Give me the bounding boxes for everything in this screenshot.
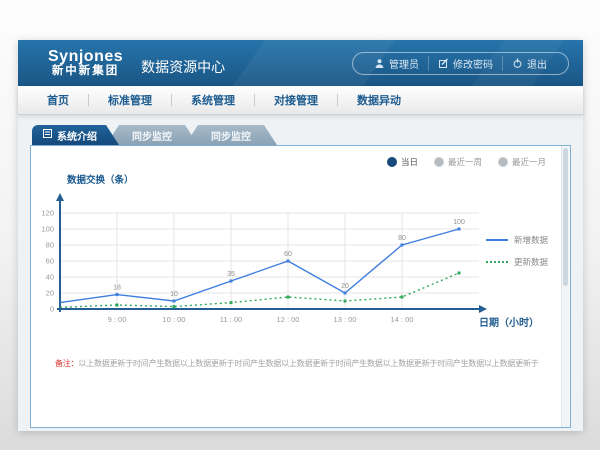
legend-label: 更新数据 bbox=[514, 256, 548, 268]
user-action-1[interactable]: 修改密码 bbox=[428, 56, 502, 71]
user-action-label: 修改密码 bbox=[453, 56, 493, 71]
user-actions: 管理员 修改密码 退出 bbox=[352, 52, 569, 75]
radio-dot bbox=[387, 157, 397, 167]
brand-logo: Synjones 新中新集团 bbox=[48, 48, 123, 78]
doc-icon bbox=[43, 129, 52, 141]
content-area: 系统介绍同步监控同步监控 当日最近一周最近一月 数据交换（条） 02040608… bbox=[18, 115, 583, 431]
svg-text:20: 20 bbox=[46, 289, 54, 298]
user-icon bbox=[374, 58, 385, 69]
legend-item-1: 更新数据 bbox=[486, 256, 548, 268]
scrollbar-thumb[interactable] bbox=[563, 148, 568, 286]
nav-item-1[interactable]: 标准管理 bbox=[89, 92, 171, 108]
brand-name-cn: 新中新集团 bbox=[48, 65, 123, 78]
svg-text:40: 40 bbox=[46, 273, 54, 282]
radio-label: 最近一月 bbox=[512, 156, 546, 168]
svg-text:12 : 00: 12 : 00 bbox=[277, 315, 300, 324]
tab-2[interactable]: 同步监控 bbox=[185, 125, 277, 145]
svg-text:0: 0 bbox=[50, 305, 54, 314]
svg-text:9 : 00: 9 : 00 bbox=[108, 315, 127, 324]
svg-text:10: 10 bbox=[170, 291, 178, 298]
svg-text:日期（小时）: 日期（小时） bbox=[479, 316, 539, 329]
nav-item-2[interactable]: 系统管理 bbox=[172, 92, 254, 108]
nav-item-0[interactable]: 首页 bbox=[28, 92, 88, 108]
user-action-0[interactable]: 管理员 bbox=[365, 56, 428, 71]
radio-label: 最近一周 bbox=[448, 156, 482, 168]
chart-panel: 当日最近一周最近一月 数据交换（条） 0204060801001209 : 00… bbox=[30, 145, 571, 428]
radio-dot bbox=[434, 157, 444, 167]
nav-item-3[interactable]: 对接管理 bbox=[255, 92, 337, 108]
radio-label: 当日 bbox=[401, 156, 418, 168]
svg-text:13 : 00: 13 : 00 bbox=[334, 315, 357, 324]
user-action-label: 管理员 bbox=[389, 56, 419, 71]
tab-label: 同步监控 bbox=[132, 128, 172, 143]
brand-name-en: Synjones bbox=[48, 48, 123, 66]
time-filter-group: 当日 最近一周 最近一月 bbox=[387, 156, 546, 168]
user-action-label: 退出 bbox=[527, 56, 547, 71]
time-filter-0[interactable]: 当日 bbox=[387, 156, 418, 168]
app-header: Synjones 新中新集团 数据资源中心 管理员 修改密码 退出 bbox=[18, 40, 583, 86]
footnote: 备注：以上数据更新于时间产生数据以上数据更新于时间产生数据以上数据更新于时间产生… bbox=[55, 358, 556, 369]
tab-label: 系统介绍 bbox=[57, 128, 97, 143]
svg-text:80: 80 bbox=[398, 235, 406, 242]
nav-item-4[interactable]: 数据异动 bbox=[338, 92, 420, 108]
legend-item-0: 新增数据 bbox=[486, 234, 548, 246]
legend-swatch bbox=[486, 261, 508, 263]
svg-text:20: 20 bbox=[341, 283, 349, 290]
footnote-text: 以上数据更新于时间产生数据以上数据更新于时间产生数据以上数据更新于时间产生数据以… bbox=[78, 359, 538, 368]
tab-0[interactable]: 系统介绍 bbox=[32, 125, 119, 145]
scrollbar[interactable] bbox=[561, 146, 570, 427]
edit-icon bbox=[438, 58, 449, 69]
tab-bar: 系统介绍 同步监控 同步监控 bbox=[32, 125, 571, 145]
time-filter-2[interactable]: 最近一月 bbox=[498, 156, 546, 168]
legend-label: 新增数据 bbox=[514, 234, 548, 246]
radio-dot bbox=[498, 157, 508, 167]
svg-text:100: 100 bbox=[41, 225, 54, 234]
svg-text:35: 35 bbox=[227, 271, 235, 278]
series-legend: 新增数据更新数据 bbox=[486, 234, 548, 268]
legend-swatch bbox=[486, 239, 508, 241]
svg-text:18: 18 bbox=[113, 285, 121, 292]
svg-text:11 : 00: 11 : 00 bbox=[220, 315, 242, 324]
logout-icon bbox=[512, 58, 523, 69]
svg-text:14 : 00: 14 : 00 bbox=[391, 315, 414, 324]
tab-label: 同步监控 bbox=[211, 128, 251, 143]
page-card: Synjones 新中新集团 数据资源中心 管理员修改密码退出 首页标准管理系统… bbox=[18, 40, 583, 430]
main-nav: 首页标准管理系统管理对接管理数据异动 bbox=[18, 86, 583, 115]
user-action-2[interactable]: 退出 bbox=[502, 56, 556, 71]
footnote-prefix: 备注： bbox=[55, 359, 78, 368]
svg-text:80: 80 bbox=[46, 241, 54, 250]
svg-text:100: 100 bbox=[453, 219, 465, 226]
app-title: 数据资源中心 bbox=[141, 57, 225, 77]
tab-1[interactable]: 同步监控 bbox=[106, 125, 198, 145]
svg-text:10 : 00: 10 : 00 bbox=[163, 315, 186, 324]
time-filter-1[interactable]: 最近一周 bbox=[434, 156, 482, 168]
svg-text:60: 60 bbox=[46, 257, 54, 266]
svg-text:120: 120 bbox=[41, 209, 54, 218]
svg-text:60: 60 bbox=[284, 251, 292, 258]
